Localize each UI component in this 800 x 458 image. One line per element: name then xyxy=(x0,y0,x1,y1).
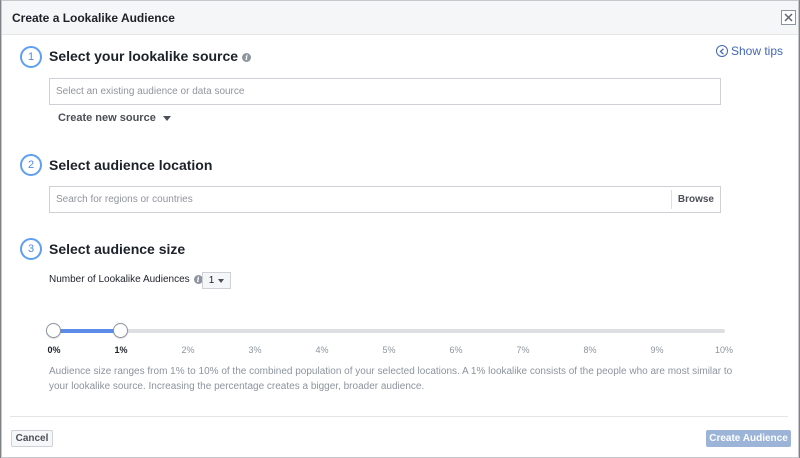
step-2-number: 2 xyxy=(20,154,42,176)
step-3-title: Select audience size xyxy=(49,241,186,257)
tick-label: 10% xyxy=(714,345,734,355)
source-input[interactable] xyxy=(50,79,720,104)
step-2-title: Select audience location xyxy=(49,157,213,173)
lookalike-count-select[interactable]: 1 xyxy=(202,272,231,289)
location-input[interactable] xyxy=(50,187,670,212)
step-1-title: Select your lookalike source i xyxy=(49,48,252,64)
tick-label: 4% xyxy=(315,345,329,355)
show-tips-link[interactable]: Show tips xyxy=(716,44,783,58)
caret-down-icon xyxy=(218,278,225,283)
tick-label: 1% xyxy=(114,345,128,355)
audience-size-helper-text: Audience size ranges from 1% to 10% of t… xyxy=(49,366,733,392)
close-icon xyxy=(784,13,793,22)
lookalike-count-label: Number of Lookalike Audiences i xyxy=(49,274,203,285)
cancel-button[interactable]: Cancel xyxy=(11,430,53,447)
info-icon[interactable]: i xyxy=(242,52,252,62)
tick-label: 7% xyxy=(516,345,530,355)
footer-divider xyxy=(10,416,788,417)
tick-label: 3% xyxy=(248,345,262,355)
tick-label: 2% xyxy=(181,345,195,355)
audience-size-slider-track[interactable] xyxy=(54,329,725,333)
source-field[interactable] xyxy=(49,78,721,105)
slider-handle-max[interactable] xyxy=(113,323,128,338)
create-new-source-button[interactable]: Create new source xyxy=(58,112,171,124)
step-1-number: 1 xyxy=(20,46,42,68)
tick-label: 8% xyxy=(583,345,597,355)
location-field[interactable]: Browse xyxy=(49,186,721,213)
dialog-title: Create a Lookalike Audience xyxy=(12,11,175,25)
step-3-number: 3 xyxy=(20,238,42,260)
tick-label: 5% xyxy=(382,345,396,355)
tick-label: 6% xyxy=(449,345,463,355)
browse-button[interactable]: Browse xyxy=(670,190,720,209)
show-tips-label: Show tips xyxy=(731,44,784,58)
create-new-source-label: Create new source xyxy=(58,112,156,124)
slider-handle-min[interactable] xyxy=(46,323,61,338)
tick-label: 0% xyxy=(47,345,61,355)
create-audience-button[interactable]: Create Audience xyxy=(706,430,791,447)
audience-size-slider-fill xyxy=(54,329,121,333)
tick-label: 9% xyxy=(650,345,664,355)
caret-down-icon xyxy=(162,115,171,121)
dialog-header: Create a Lookalike Audience xyxy=(2,1,798,35)
lookalike-count-label-text: Number of Lookalike Audiences xyxy=(49,274,190,285)
step-1-title-text: Select your lookalike source xyxy=(49,48,239,64)
chevron-left-icon xyxy=(716,45,728,57)
lookalike-count-value: 1 xyxy=(208,275,215,286)
close-button[interactable] xyxy=(781,10,796,25)
